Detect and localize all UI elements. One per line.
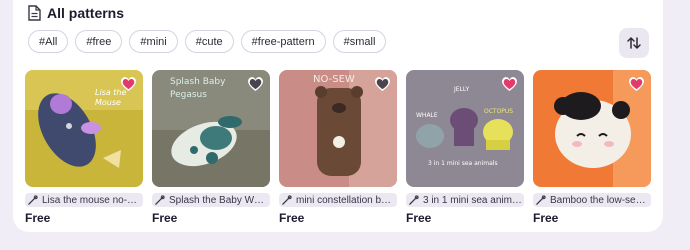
pattern-thumbnail[interactable]	[533, 70, 651, 187]
sea-label-octopus: OCTOPUS	[484, 108, 514, 115]
pattern-price: Free	[25, 211, 51, 225]
photo-caption: 3 in 1 mini sea animals	[428, 160, 498, 167]
sea-label-jelly: JELLY	[454, 86, 470, 93]
pattern-price: Free	[152, 211, 178, 225]
sort-arrows-icon	[627, 37, 641, 49]
photo-caption: Splash Baby Pegasus	[170, 77, 226, 100]
tag-small[interactable]: #small	[332, 30, 387, 53]
pattern-meta: mini constellation b…	[279, 193, 397, 207]
pattern-thumbnail[interactable]: WHALE JELLY OCTOPUS 3 in 1 mini sea anim…	[406, 70, 524, 187]
favorite-heart-icon[interactable]	[500, 75, 519, 92]
pattern-card[interactable]: Bamboo the low-se… Free	[533, 70, 651, 225]
tag-mini[interactable]: #mini	[129, 30, 178, 53]
patterns-panel: All patterns #All #free #mini #cute #fre…	[13, 0, 663, 232]
pattern-card[interactable]: NO-SEW mini constellation b… Free	[279, 70, 397, 225]
knitting-needle-icon	[28, 194, 38, 205]
tag-free[interactable]: #free	[75, 30, 123, 53]
favorite-heart-icon[interactable]	[119, 75, 138, 92]
section-header: All patterns	[27, 5, 124, 21]
favorite-heart-icon[interactable]	[246, 75, 265, 92]
photo-caption: NO-SEW	[313, 74, 355, 85]
section-title: All patterns	[47, 5, 125, 21]
pattern-meta: 3 in 1 mini sea anim…	[406, 193, 524, 207]
pattern-card[interactable]: Splash Baby Pegasus Splash the Baby W… F…	[152, 70, 270, 225]
tag-all[interactable]: #All	[28, 30, 69, 53]
knitting-needle-icon	[536, 194, 546, 205]
knitting-needle-icon	[155, 194, 165, 205]
document-icon	[28, 5, 41, 21]
pattern-name: Splash the Baby W…	[169, 194, 265, 206]
pattern-price: Free	[533, 211, 559, 225]
favorite-heart-icon[interactable]	[373, 75, 392, 92]
favorite-heart-icon[interactable]	[627, 75, 646, 92]
pattern-thumbnail[interactable]: Lisa the Mouse	[25, 70, 143, 187]
pattern-name: mini constellation b…	[296, 194, 392, 206]
pattern-price: Free	[406, 211, 432, 225]
pattern-card[interactable]: Lisa the Mouse Lisa the mouse no-… Free	[25, 70, 143, 225]
tag-free-pattern[interactable]: #free-pattern	[240, 30, 326, 53]
pattern-name: Bamboo the low-se…	[550, 194, 646, 206]
tag-filter-bar: #All #free #mini #cute #free-pattern #sm…	[28, 30, 387, 53]
pattern-price: Free	[279, 211, 305, 225]
sort-button[interactable]	[619, 28, 649, 58]
sea-label-whale: WHALE	[416, 112, 438, 119]
pattern-meta: Bamboo the low-se…	[533, 193, 651, 207]
pattern-thumbnail[interactable]: NO-SEW	[279, 70, 397, 187]
knitting-needle-icon	[409, 194, 419, 205]
pattern-meta: Lisa the mouse no-…	[25, 193, 143, 207]
pattern-grid: Lisa the Mouse Lisa the mouse no-… Free	[25, 70, 651, 225]
pattern-card[interactable]: WHALE JELLY OCTOPUS 3 in 1 mini sea anim…	[406, 70, 524, 225]
pattern-meta: Splash the Baby W…	[152, 193, 270, 207]
pattern-name: 3 in 1 mini sea anim…	[423, 194, 522, 206]
knitting-needle-icon	[282, 194, 292, 205]
pattern-name: Lisa the mouse no-…	[42, 194, 138, 206]
pattern-thumbnail[interactable]: Splash Baby Pegasus	[152, 70, 270, 187]
tag-cute[interactable]: #cute	[184, 30, 234, 53]
